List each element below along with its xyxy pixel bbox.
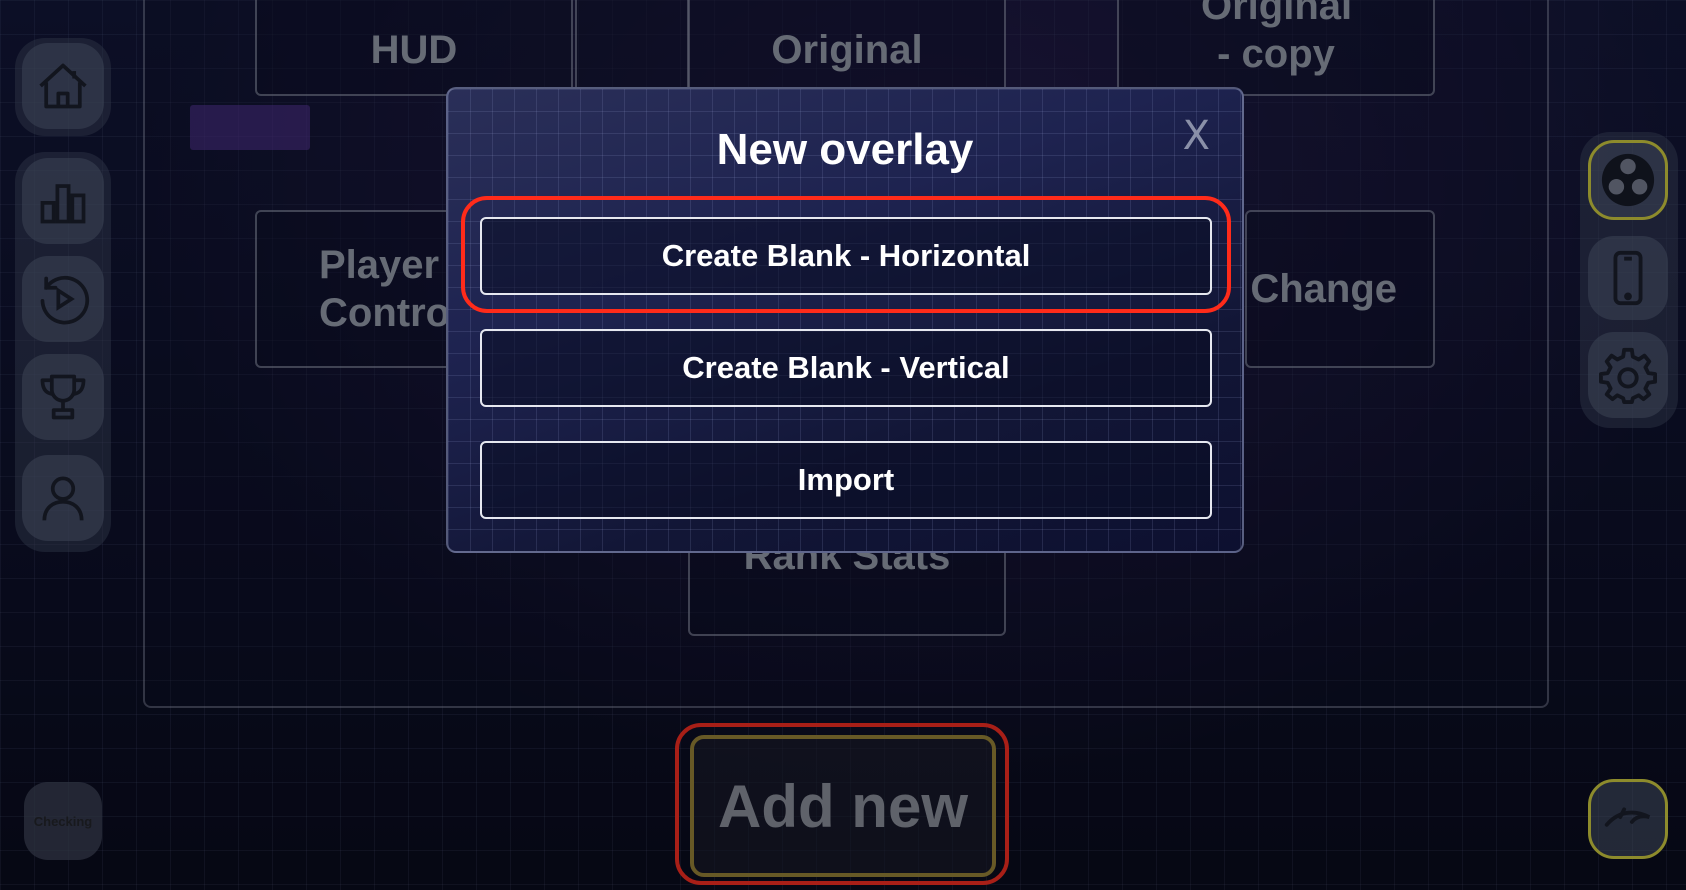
option-label: Create Blank - Vertical xyxy=(682,350,1010,385)
create-blank-vertical-button[interactable]: Create Blank - Vertical xyxy=(480,329,1212,407)
import-button[interactable]: Import xyxy=(480,441,1212,519)
option-label: Import xyxy=(797,462,895,497)
new-overlay-dialog: New overlay X Create Blank - Horizontal … xyxy=(446,87,1244,553)
close-button[interactable]: X xyxy=(1183,113,1210,159)
horizontal-option-highlight xyxy=(461,196,1231,313)
dialog-title: New overlay xyxy=(716,125,974,174)
